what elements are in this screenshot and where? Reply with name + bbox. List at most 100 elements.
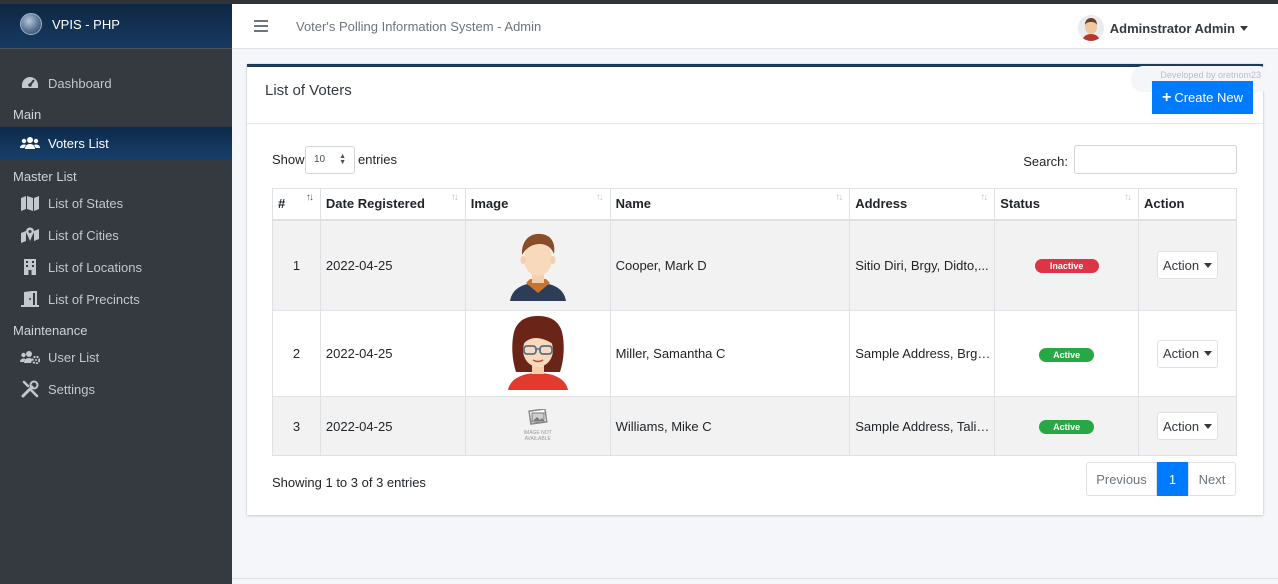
sort-icon: ↑↓ [1124,192,1132,203]
map-icon [20,195,40,211]
cell-name: Cooper, Mark D [609,219,851,311]
nav-header-maintenance: Maintenance [13,322,88,338]
cell-date: 2022-04-25 [319,310,466,397]
sidebar-item-label: Settings [48,381,95,397]
window-top-strip [0,0,1278,4]
sidebar-item-dashboard[interactable]: Dashboard [0,69,232,97]
chevron-down-icon [1240,25,1248,31]
sidebar-item-label: List of Locations [48,259,142,275]
previous-page-button[interactable]: Previous [1086,462,1157,496]
cell-action: Action [1138,396,1237,456]
user-avatar [1077,15,1104,41]
cell-number: 1 [272,219,321,311]
sidebar-item-settings[interactable]: Settings [0,375,232,403]
cell-image: IMAGE NOT AVAILABLE [464,396,611,456]
table-row: 2 2022-04-25 Miller, Samantha C Sample A… [272,310,1237,397]
search-label: Search: [1023,154,1068,169]
sidebar-item-locations[interactable]: List of Locations [0,253,232,281]
dashboard-icon [20,75,40,91]
brand[interactable]: VPIS - PHP [0,0,232,49]
plus-icon: + [1162,88,1172,106]
card-header: List of Voters Developed by oretnom23 + … [247,66,1271,124]
sidebar-item-user-list[interactable]: User List [0,343,232,371]
cell-status: Active [994,310,1140,397]
map-marked-icon [20,227,40,243]
image-not-available-icon: IMAGE NOT AVAILABLE [518,408,558,442]
table-row: 3 2022-04-25 IMAGE NOT AVAILABLE William… [272,396,1237,456]
nav-header-main: Main [13,106,42,122]
cell-date: 2022-04-25 [319,396,466,456]
table-header-row: # ↑↓ Date Registered ↑↓ Image ↑↓ Name ↑↓ Add… [272,188,1237,221]
sidebar: VPIS - PHP Dashboard Main Voters List Ma… [0,0,232,584]
sort-icon: ↑↓ [835,192,843,203]
row-action-button[interactable]: Action [1156,412,1219,440]
sidebar-item-voters-list[interactable]: Voters List [0,127,232,159]
select-arrows-icon: ▲ ▼ [339,153,346,166]
status-badge: Active [1039,420,1095,434]
brand-logo [20,13,42,35]
table-row: 1 2022-04-25 Cooper, Mark D Sitio Diri, … [272,219,1237,311]
cell-action: Action [1138,219,1237,311]
menu-toggle-icon[interactable] [254,20,268,32]
cell-name: Miller, Samantha C [609,310,851,397]
column-header-date[interactable]: Date Registered ↑↓ [319,188,466,221]
users-icon [20,135,40,151]
sidebar-item-label: List of Precincts [48,291,140,307]
sort-icon: ↑↓ [980,192,988,203]
create-new-button[interactable]: + Create New [1152,81,1253,114]
sort-icon: ↑↓ [595,192,604,203]
sidebar-item-precincts[interactable]: List of Precincts [0,285,232,313]
cell-address: Sitio Diri, Brgy, Didto,... [849,219,996,311]
column-header-number[interactable]: # ↑↓ [272,188,321,221]
door-icon [20,291,40,307]
cell-image [464,310,611,397]
footer-divider [232,578,1278,579]
status-badge: Inactive [1034,259,1099,274]
pagination: Previous 1 Next [1086,462,1236,496]
entries-select-value: 10 [314,154,326,165]
search-input[interactable] [1074,145,1237,174]
cell-status: Active [994,396,1140,456]
nav-header-master-list: Master List [13,168,77,184]
address-text: Sample Address, Brgy,... [855,346,994,361]
entries-label: entries [358,152,398,167]
cell-date: 2022-04-25 [319,219,466,311]
column-header-address[interactable]: Address ↑↓ [849,188,996,221]
address-text: Sample Address, Talis... [855,418,994,434]
cell-number: 2 [272,310,321,397]
card-title: List of Voters [265,82,352,99]
tools-icon [20,380,40,398]
show-label: Show [272,152,305,167]
table-controls: Show 10 ▲ ▼ entries Search: [272,143,1237,175]
next-page-button[interactable]: Next [1188,462,1236,496]
top-navbar: Voter's Polling Information System - Adm… [232,4,1278,49]
sidebar-item-label: Voters List [48,135,109,151]
cell-address: Sample Address, Brgy,... [849,310,996,397]
page-1-button[interactable]: 1 [1157,462,1188,496]
chevron-down-icon [1204,351,1213,356]
column-header-status[interactable]: Status ↑↓ [994,188,1140,221]
sidebar-item-label: List of States [48,195,124,211]
sidebar-item-label: List of Cities [48,227,119,243]
sidebar-item-label: Dashboard [48,75,112,91]
sidebar-item-label: User List [48,349,100,365]
cell-action: Action [1138,310,1237,397]
sidebar-item-cities[interactable]: List of Cities [0,221,232,249]
cell-image [464,219,611,311]
cell-address: Sample Address, Talis... [849,396,996,456]
column-header-action: Action [1138,188,1237,221]
row-action-button[interactable]: Action [1156,339,1219,368]
sidebar-item-states[interactable]: List of States [0,189,232,217]
entries-select[interactable]: 10 ▲ ▼ [305,146,355,174]
user-name: Adminstrator Admin [1109,20,1235,36]
table-info: Showing 1 to 3 of 3 entries [272,475,426,490]
user-menu[interactable]: Adminstrator Admin [1077,15,1248,41]
cell-name: Williams, Mike C [609,396,851,456]
sort-asc-icon: ↑↓ [305,192,314,203]
sort-icon: ↑↓ [450,192,459,203]
sidebar-nav: Dashboard Main Voters List Master List L… [0,49,232,403]
create-new-label: Create New [1174,90,1243,105]
column-header-image[interactable]: Image ↑↓ [464,188,611,221]
row-action-button[interactable]: Action [1156,251,1219,280]
column-header-name[interactable]: Name ↑↓ [609,188,851,221]
